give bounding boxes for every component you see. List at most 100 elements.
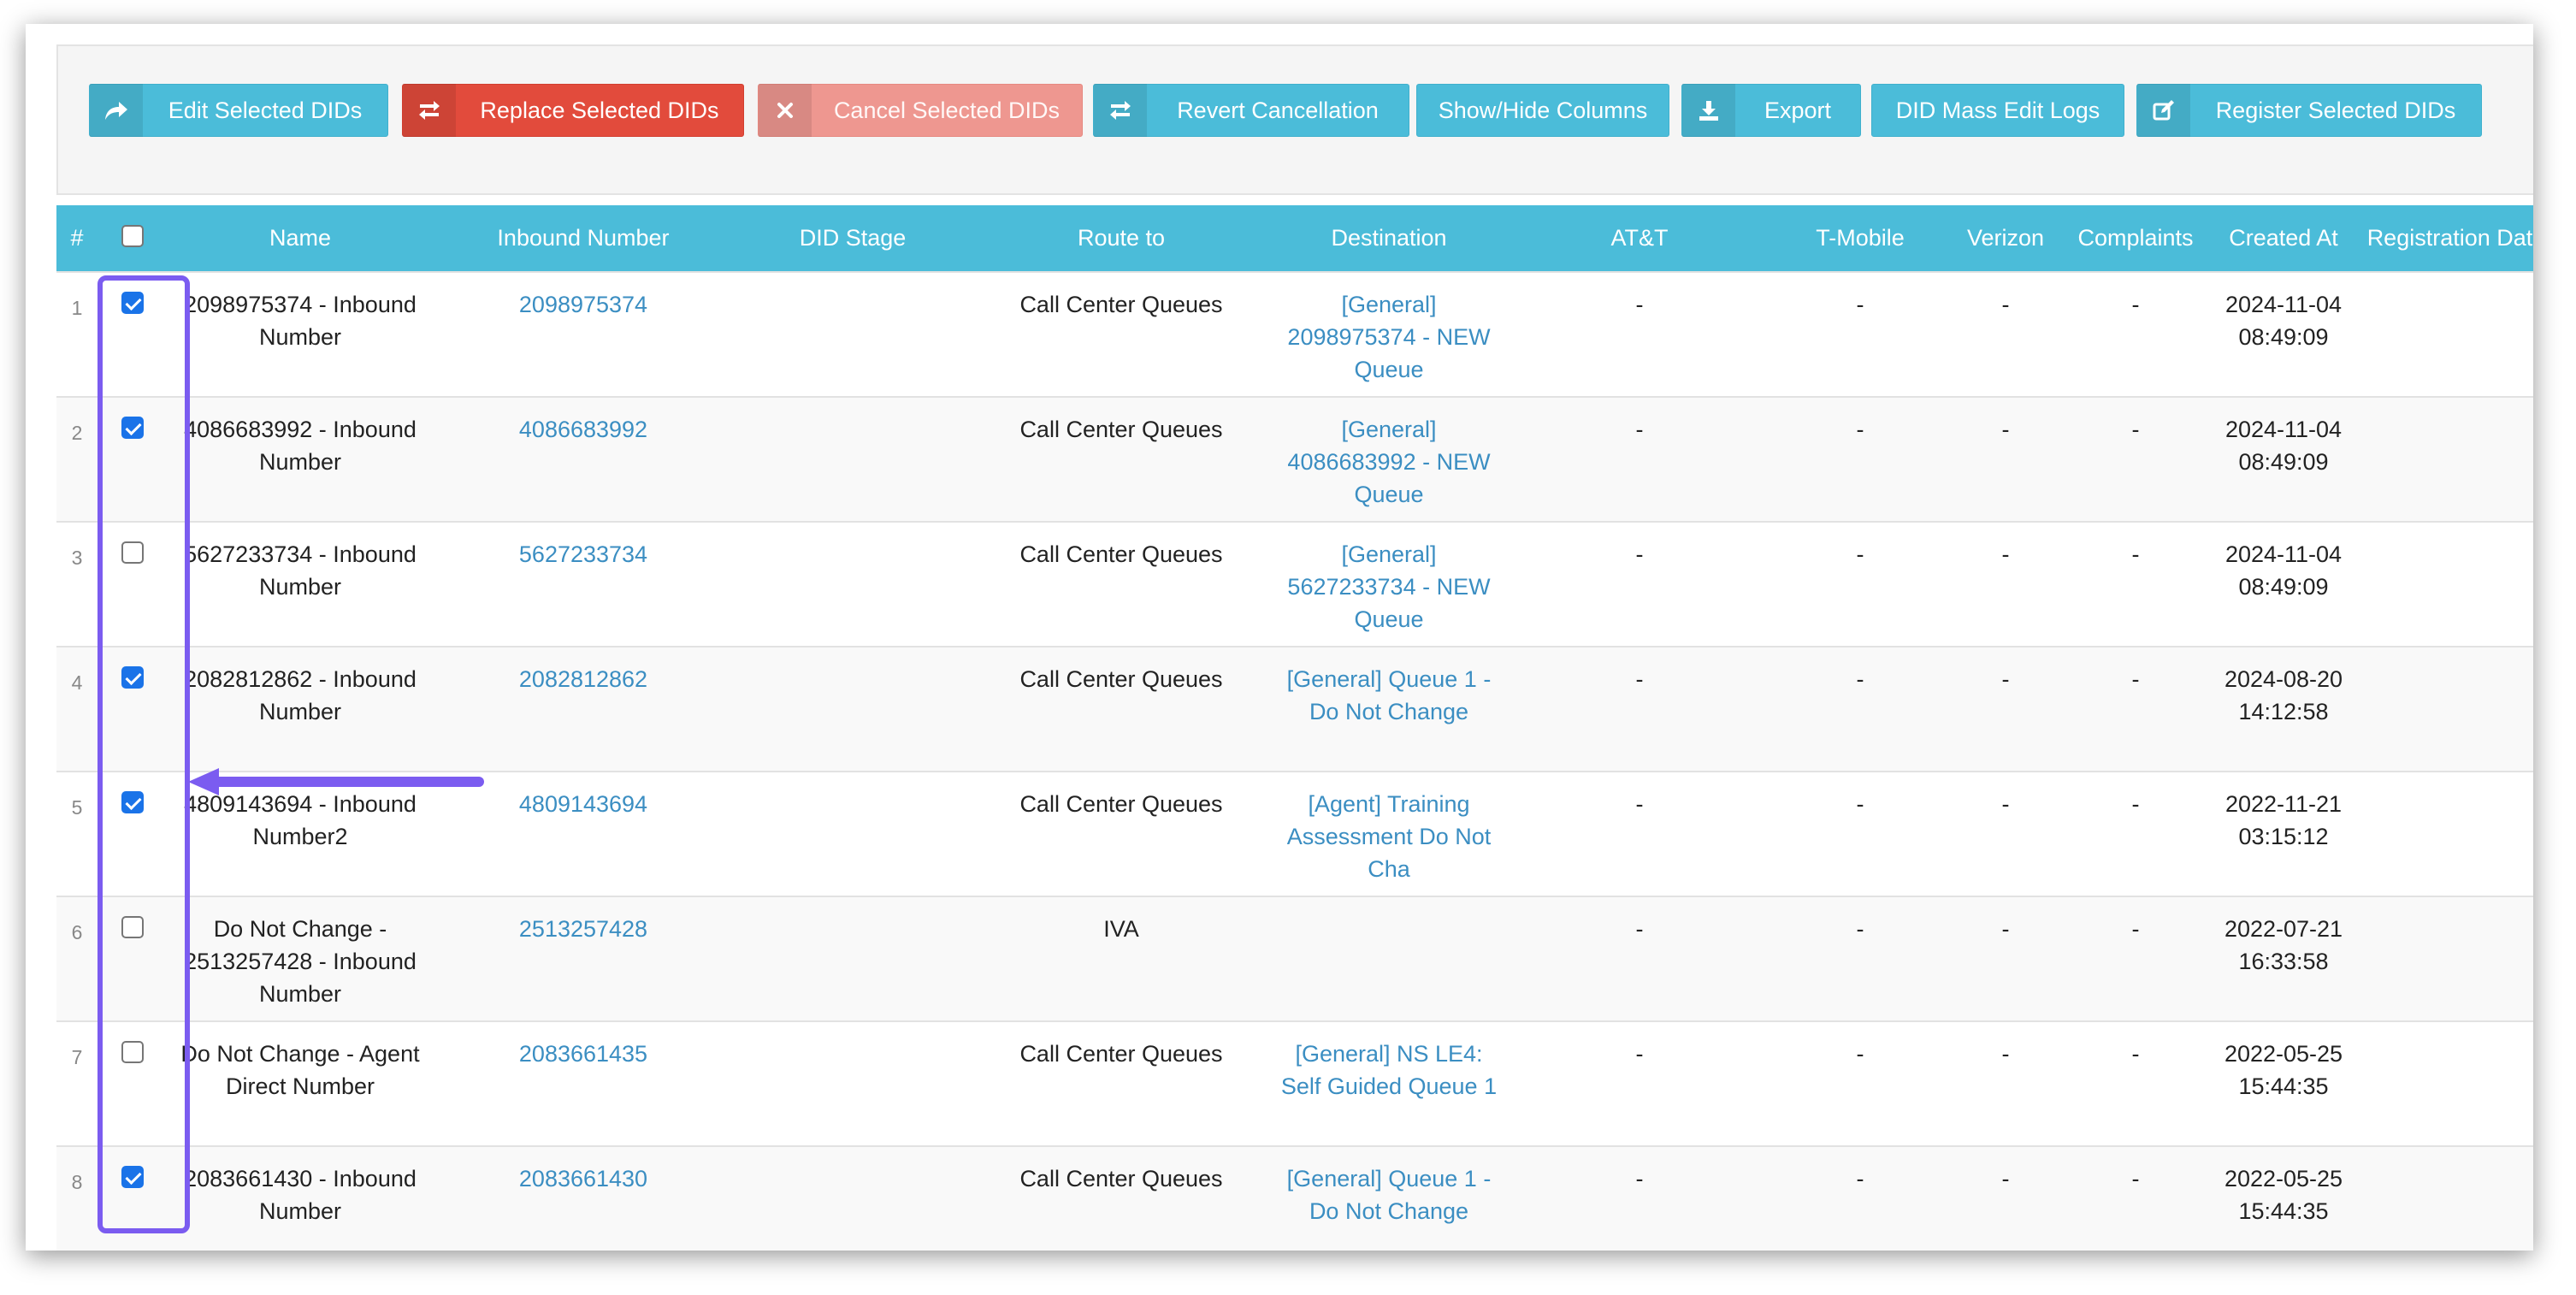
replace-selected-dids-button[interactable]: Replace Selected DIDs bbox=[402, 84, 744, 137]
row-select-cell bbox=[97, 271, 168, 397]
cancel-selected-dids-button[interactable]: Cancel Selected DIDs bbox=[758, 84, 1083, 137]
cell-name: Do Not Change - 2513257428 - Inbound Num… bbox=[168, 896, 433, 1021]
cell-stage bbox=[734, 1145, 972, 1251]
destination-link[interactable]: [General] NS LE4: Self Guided Queue 1 bbox=[1281, 1041, 1497, 1099]
inbound-number-link[interactable]: 2083661435 bbox=[519, 1041, 647, 1067]
row-select-cell bbox=[97, 771, 168, 896]
header-att[interactable]: AT&T bbox=[1507, 205, 1772, 272]
table-row[interactable]: 2 4086683992 - Inbound Number 4086683992 Ca… bbox=[56, 396, 2533, 522]
table-row[interactable]: 1 2098975374 - Inbound Number 2098975374 Ca… bbox=[56, 271, 2533, 397]
cell-registration bbox=[2359, 271, 2533, 397]
row-select-cell bbox=[97, 896, 168, 1021]
show-hide-columns-button[interactable]: Show/Hide Columns bbox=[1416, 84, 1669, 137]
cell-att: - bbox=[1507, 1145, 1772, 1251]
row-select-checkbox[interactable] bbox=[121, 791, 144, 813]
cell-verizon: - bbox=[1948, 1145, 2063, 1251]
cell-destination: [General] NS LE4: Self Guided Queue 1 bbox=[1271, 1020, 1507, 1146]
header-index: # bbox=[56, 205, 97, 272]
header-inbound-number[interactable]: Inbound Number bbox=[433, 205, 734, 272]
did-mass-edit-logs-label: DID Mass Edit Logs bbox=[1895, 97, 2100, 123]
inbound-number-link[interactable]: 4809143694 bbox=[519, 791, 647, 817]
edit-selected-dids-label: Edit Selected DIDs bbox=[168, 97, 363, 123]
row-select-checkbox[interactable] bbox=[121, 666, 144, 689]
cell-complaints: - bbox=[2063, 396, 2208, 522]
row-select-checkbox[interactable] bbox=[121, 417, 144, 439]
select-all-checkbox[interactable] bbox=[121, 224, 144, 247]
header-verizon[interactable]: Verizon bbox=[1948, 205, 2063, 272]
inbound-number-link[interactable]: 5627233734 bbox=[519, 541, 647, 567]
did-mass-edit-logs-button[interactable]: DID Mass Edit Logs bbox=[1871, 84, 2124, 137]
inbound-number-link[interactable]: 2098975374 bbox=[519, 292, 647, 317]
cell-att: - bbox=[1507, 521, 1772, 647]
cell-created: 2024-11-04 08:49:09 bbox=[2208, 271, 2359, 397]
cell-tmobile: - bbox=[1772, 646, 1948, 772]
cell-inbound-number: 5627233734 bbox=[433, 521, 734, 647]
header-route-to[interactable]: Route to bbox=[972, 205, 1271, 272]
destination-link[interactable]: [General] Queue 1 - Do Not Change bbox=[1287, 666, 1492, 724]
cell-stage bbox=[734, 1020, 972, 1146]
cell-att: - bbox=[1507, 771, 1772, 896]
header-complaints[interactable]: Complaints bbox=[2063, 205, 2208, 272]
destination-link[interactable]: [General] 2098975374 - NEW Queue bbox=[1287, 292, 1490, 382]
inbound-number-link[interactable]: 2083661430 bbox=[519, 1166, 647, 1192]
cell-complaints: - bbox=[2063, 271, 2208, 397]
cell-verizon: - bbox=[1948, 1020, 2063, 1146]
table-row[interactable]: 7 Do Not Change - Agent Direct Number 2083… bbox=[56, 1020, 2533, 1146]
header-registration-date[interactable]: Registration Date bbox=[2359, 205, 2533, 272]
row-select-checkbox[interactable] bbox=[121, 541, 144, 564]
cell-stage bbox=[734, 521, 972, 647]
row-select-checkbox[interactable] bbox=[121, 1166, 144, 1188]
row-select-checkbox[interactable] bbox=[121, 292, 144, 314]
cell-att: - bbox=[1507, 396, 1772, 522]
revert-cancellation-button[interactable]: Revert Cancellation bbox=[1093, 84, 1409, 137]
header-tmobile[interactable]: T-Mobile bbox=[1772, 205, 1948, 272]
cell-route: IVA bbox=[972, 896, 1271, 1021]
cell-route: Call Center Queues bbox=[972, 1020, 1271, 1146]
destination-link[interactable]: [General] Queue 1 - Do Not Change bbox=[1287, 1166, 1492, 1224]
swap-icon bbox=[1094, 84, 1147, 137]
cell-name: 2083661430 - Inbound Number bbox=[168, 1145, 433, 1251]
cell-created: 2022-05-25 15:44:35 bbox=[2208, 1020, 2359, 1146]
inbound-number-link[interactable]: 2082812862 bbox=[519, 666, 647, 692]
table-row[interactable]: 4 2082812862 - Inbound Number 2082812862 Ca… bbox=[56, 646, 2533, 772]
destination-link[interactable]: [General] 5627233734 - NEW Queue bbox=[1287, 541, 1490, 632]
export-button[interactable]: Export bbox=[1681, 84, 1861, 137]
cell-name: Do Not Change - Agent Direct Number bbox=[168, 1020, 433, 1146]
header-created-at[interactable]: Created At bbox=[2208, 205, 2359, 272]
cell-stage bbox=[734, 896, 972, 1021]
row-index: 7 bbox=[56, 1020, 97, 1146]
header-destination[interactable]: Destination bbox=[1271, 205, 1507, 272]
cell-inbound-number: 4809143694 bbox=[433, 771, 734, 896]
row-index: 1 bbox=[56, 271, 97, 397]
row-select-checkbox[interactable] bbox=[121, 1041, 144, 1063]
row-index: 8 bbox=[56, 1145, 97, 1251]
cell-stage bbox=[734, 646, 972, 772]
table-row[interactable]: 6 Do Not Change - 2513257428 - Inbound Nu… bbox=[56, 896, 2533, 1021]
table-row[interactable]: 3 5627233734 - Inbound Number 5627233734 Ca… bbox=[56, 521, 2533, 647]
header-select-all bbox=[97, 205, 168, 272]
cell-att: - bbox=[1507, 271, 1772, 397]
cell-inbound-number: 2083661435 bbox=[433, 1020, 734, 1146]
edit-selected-dids-button[interactable]: Edit Selected DIDs bbox=[89, 84, 388, 137]
destination-link[interactable]: [General] 4086683992 - NEW Queue bbox=[1287, 417, 1490, 507]
cell-registration bbox=[2359, 771, 2533, 896]
inbound-number-link[interactable]: 2513257428 bbox=[519, 916, 647, 942]
header-did-stage[interactable]: DID Stage bbox=[734, 205, 972, 272]
destination-link[interactable]: [Agent] Training Assessment Do Not Cha bbox=[1287, 791, 1492, 882]
cell-tmobile: - bbox=[1772, 771, 1948, 896]
header-name[interactable]: Name bbox=[168, 205, 433, 272]
cell-complaints: - bbox=[2063, 1020, 2208, 1146]
cell-destination: [General] 2098975374 - NEW Queue bbox=[1271, 271, 1507, 397]
inbound-number-link[interactable]: 4086683992 bbox=[519, 417, 647, 442]
cell-verizon: - bbox=[1948, 771, 2063, 896]
row-select-cell bbox=[97, 1020, 168, 1146]
cell-stage bbox=[734, 396, 972, 522]
edit-icon bbox=[2137, 84, 2190, 137]
cell-name: 2098975374 - Inbound Number bbox=[168, 271, 433, 397]
cell-destination: [General] 5627233734 - NEW Queue bbox=[1271, 521, 1507, 647]
table-row[interactable]: 8 2083661430 - Inbound Number 2083661430 Ca… bbox=[56, 1145, 2533, 1251]
cell-created: 2024-11-04 08:49:09 bbox=[2208, 521, 2359, 647]
row-select-checkbox[interactable] bbox=[121, 916, 144, 938]
table-row[interactable]: 5 4809143694 - Inbound Number2 4809143694 C… bbox=[56, 771, 2533, 896]
register-selected-dids-button[interactable]: Register Selected DIDs bbox=[2136, 84, 2482, 137]
